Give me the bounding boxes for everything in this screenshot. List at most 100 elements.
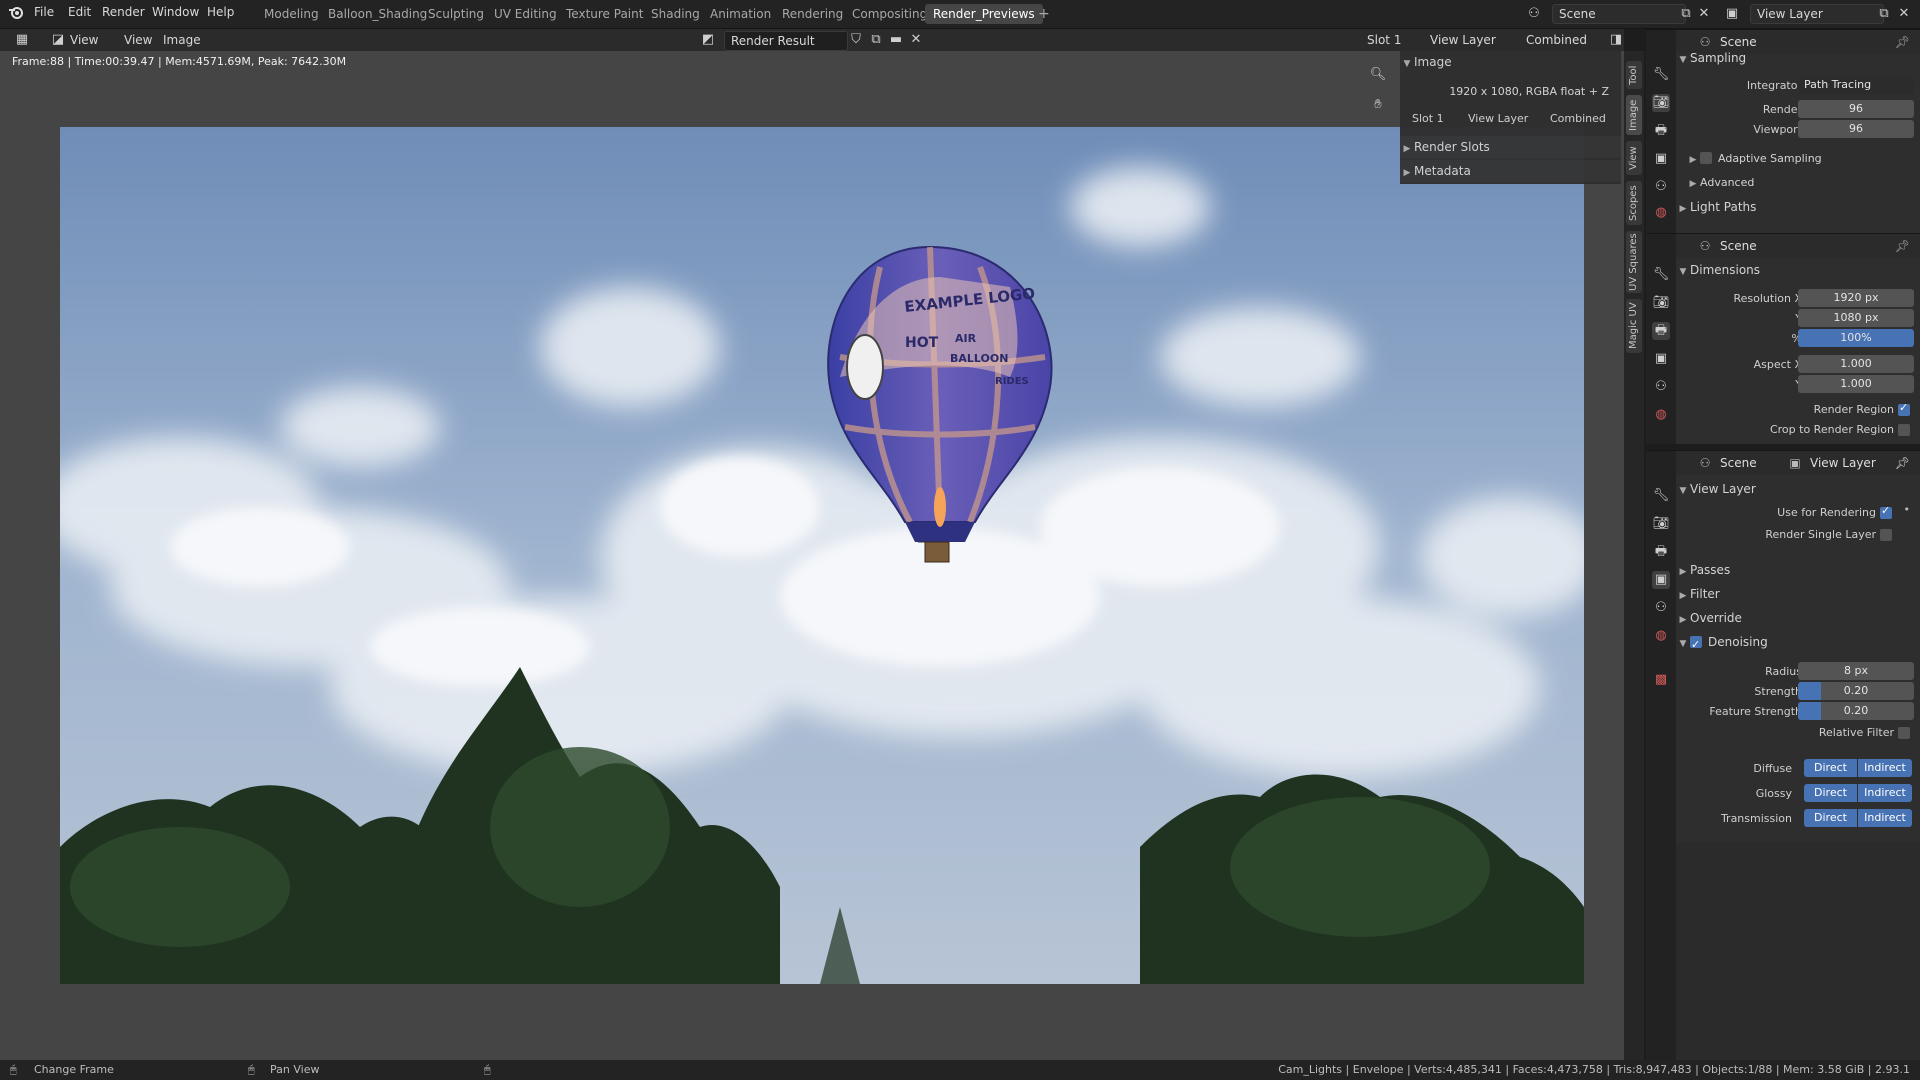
passes-section[interactable]: ▶ Passes xyxy=(1676,558,1920,582)
image-panel-header[interactable]: ▼ Image xyxy=(1400,51,1621,73)
use-for-rendering-checkbox[interactable] xyxy=(1880,504,1892,519)
scene-props-icon[interactable]: ⚇ xyxy=(1652,178,1670,196)
blender-logo-icon[interactable] xyxy=(6,4,26,24)
denoising-checkbox[interactable] xyxy=(1690,633,1702,657)
adaptive-sampling-section[interactable]: ▶ Adaptive Sampling xyxy=(1686,147,1920,171)
render-properties-icon-3[interactable]: 📷︎ xyxy=(1652,515,1670,533)
tab-tool[interactable]: Tool xyxy=(1626,61,1642,89)
menu-view[interactable]: View xyxy=(124,33,152,47)
keyframe-dot-icon[interactable]: • xyxy=(1904,503,1911,516)
view-layer-icon[interactable]: ▣ xyxy=(1722,4,1742,24)
tab-view[interactable]: View xyxy=(1626,141,1642,175)
unlink-image-icon[interactable]: ✕ xyxy=(906,30,926,50)
image-browse-icon[interactable]: ◩ xyxy=(698,30,718,50)
tab-rendering[interactable]: Rendering xyxy=(774,4,851,24)
view-layer-selector[interactable]: View Layer xyxy=(1750,4,1884,24)
tab-texture-paint[interactable]: Texture Paint xyxy=(558,4,651,24)
scene-selector[interactable]: Scene xyxy=(1552,4,1686,24)
viewport-samples-field[interactable]: 96 xyxy=(1798,120,1914,138)
zoom-icon[interactable]: 🔍︎ xyxy=(1366,63,1390,87)
override-section[interactable]: ▶ Override xyxy=(1676,606,1920,630)
feature-strength-slider[interactable]: 0.20 xyxy=(1798,702,1914,720)
tab-render-previews[interactable]: Render_Previews xyxy=(925,4,1043,24)
strength-slider[interactable]: 0.20 xyxy=(1798,682,1914,700)
crop-region-checkbox[interactable] xyxy=(1898,424,1910,436)
output-icon-3[interactable]: 🖶︎ xyxy=(1652,543,1670,561)
tab-compositing[interactable]: Compositing xyxy=(844,4,935,24)
filter-section[interactable]: ▶ Filter xyxy=(1676,582,1920,606)
scene-props-icon-3[interactable]: ⚇ xyxy=(1652,599,1670,617)
pan-hand-icon[interactable]: ✋︎ xyxy=(1366,93,1390,117)
menu-file[interactable]: File xyxy=(34,5,54,19)
tab-animation[interactable]: Animation xyxy=(702,4,779,24)
image-name-field[interactable]: Render Result xyxy=(724,31,848,51)
world-icon-3[interactable]: ◍ xyxy=(1652,627,1670,645)
npanel-slot-dropdown[interactable]: Slot 1 xyxy=(1412,112,1444,125)
tab-magic-uv[interactable]: Magic UV xyxy=(1626,299,1642,353)
diffuse-direct-toggle[interactable]: Direct xyxy=(1804,759,1857,777)
tab-sculpting[interactable]: Sculpting xyxy=(420,4,492,24)
view-mode-dropdown[interactable]: View xyxy=(70,33,98,47)
render-slots-section[interactable]: ▶ Render Slots xyxy=(1400,136,1621,158)
tool-icon-2[interactable]: 🔧︎ xyxy=(1652,266,1670,284)
tab-modeling[interactable]: Modeling xyxy=(256,4,327,24)
metadata-section[interactable]: ▶ Metadata xyxy=(1400,160,1621,182)
denoising-section[interactable]: ▼Denoising xyxy=(1676,630,1920,657)
advanced-section[interactable]: ▶ Advanced xyxy=(1686,171,1920,195)
view-layer-props-icon[interactable]: ▣ xyxy=(1652,150,1670,168)
aspect-x-field[interactable]: 1.000 xyxy=(1798,355,1914,373)
tab-balloon-shading[interactable]: Balloon_Shading xyxy=(320,4,435,24)
tab-uv-editing[interactable]: UV Editing xyxy=(486,4,565,24)
tool-icon-3[interactable]: 🔧︎ xyxy=(1652,487,1670,505)
aspect-y-field[interactable]: 1.000 xyxy=(1798,375,1914,393)
glossy-indirect-toggle[interactable]: Indirect xyxy=(1858,784,1912,802)
output-icon[interactable]: 🖶︎ xyxy=(1652,122,1670,140)
npanel-layer-dropdown[interactable]: View Layer xyxy=(1468,112,1528,125)
delete-scene-icon[interactable]: ✕ xyxy=(1694,4,1714,24)
render-properties-icon[interactable]: 📷︎ xyxy=(1652,94,1670,112)
editor-type-icon[interactable]: ▦ xyxy=(12,30,32,50)
slot-dropdown[interactable]: Slot 1 xyxy=(1367,33,1401,47)
tool-icon[interactable]: 🔧︎ xyxy=(1652,66,1670,84)
radius-field[interactable]: 8 px xyxy=(1798,662,1914,680)
output-properties-icon[interactable]: 🖶︎ xyxy=(1652,322,1670,340)
scene-icon[interactable]: ⚇ xyxy=(1524,4,1544,24)
glossy-direct-toggle[interactable]: Direct xyxy=(1804,784,1857,802)
transmission-indirect-toggle[interactable]: Indirect xyxy=(1858,809,1912,827)
display-channels-icon[interactable]: ◨ xyxy=(1606,30,1626,50)
new-view-layer-icon[interactable]: ⧉ xyxy=(1874,4,1894,24)
menu-render[interactable]: Render xyxy=(102,5,145,19)
view-layer-properties-icon[interactable]: ▣ xyxy=(1652,571,1670,589)
menu-image[interactable]: Image xyxy=(163,33,201,47)
transmission-direct-toggle[interactable]: Direct xyxy=(1804,809,1857,827)
resolution-percent-field[interactable]: 100% xyxy=(1798,329,1914,347)
menu-window[interactable]: Window xyxy=(152,5,199,19)
light-paths-section[interactable]: ▶ Light Paths xyxy=(1676,195,1920,219)
tab-shading[interactable]: Shading xyxy=(643,4,708,24)
resolution-x-field[interactable]: 1920 px xyxy=(1798,289,1914,307)
diffuse-indirect-toggle[interactable]: Indirect xyxy=(1858,759,1912,777)
pin-icon-3[interactable]: 📌︎ xyxy=(1895,451,1910,475)
texture-icon[interactable]: ▩ xyxy=(1652,671,1670,689)
scene-props-icon-2[interactable]: ⚇ xyxy=(1652,378,1670,396)
open-image-icon[interactable]: ▬ xyxy=(886,30,906,50)
tab-uv-squares[interactable]: UV Squares xyxy=(1626,231,1642,293)
image-mode-icon[interactable]: ◪ xyxy=(48,30,68,50)
layer-dropdown[interactable]: View Layer xyxy=(1430,33,1496,47)
adaptive-sampling-checkbox[interactable] xyxy=(1700,152,1712,164)
integrator-dropdown[interactable]: Path Tracing xyxy=(1798,76,1914,94)
dimensions-section[interactable]: ▼ Dimensions xyxy=(1676,258,1920,282)
view-layer-props-icon-2[interactable]: ▣ xyxy=(1652,350,1670,368)
world-icon[interactable]: ◍ xyxy=(1652,204,1670,222)
menu-help[interactable]: Help xyxy=(207,5,234,19)
resolution-y-field[interactable]: 1080 px xyxy=(1798,309,1914,327)
menu-edit[interactable]: Edit xyxy=(68,5,91,19)
tab-scopes[interactable]: Scopes xyxy=(1626,181,1642,225)
new-image-icon[interactable]: ⧉ xyxy=(866,30,886,50)
render-properties-icon-2[interactable]: 📷︎ xyxy=(1652,294,1670,312)
render-samples-field[interactable]: 96 xyxy=(1798,100,1914,118)
pass-dropdown[interactable]: Combined xyxy=(1526,33,1587,47)
new-scene-icon[interactable]: ⧉ xyxy=(1676,4,1696,24)
pin-icon-2[interactable]: 📌︎ xyxy=(1895,234,1910,258)
view-layer-section[interactable]: ▼ View Layer xyxy=(1676,477,1920,501)
